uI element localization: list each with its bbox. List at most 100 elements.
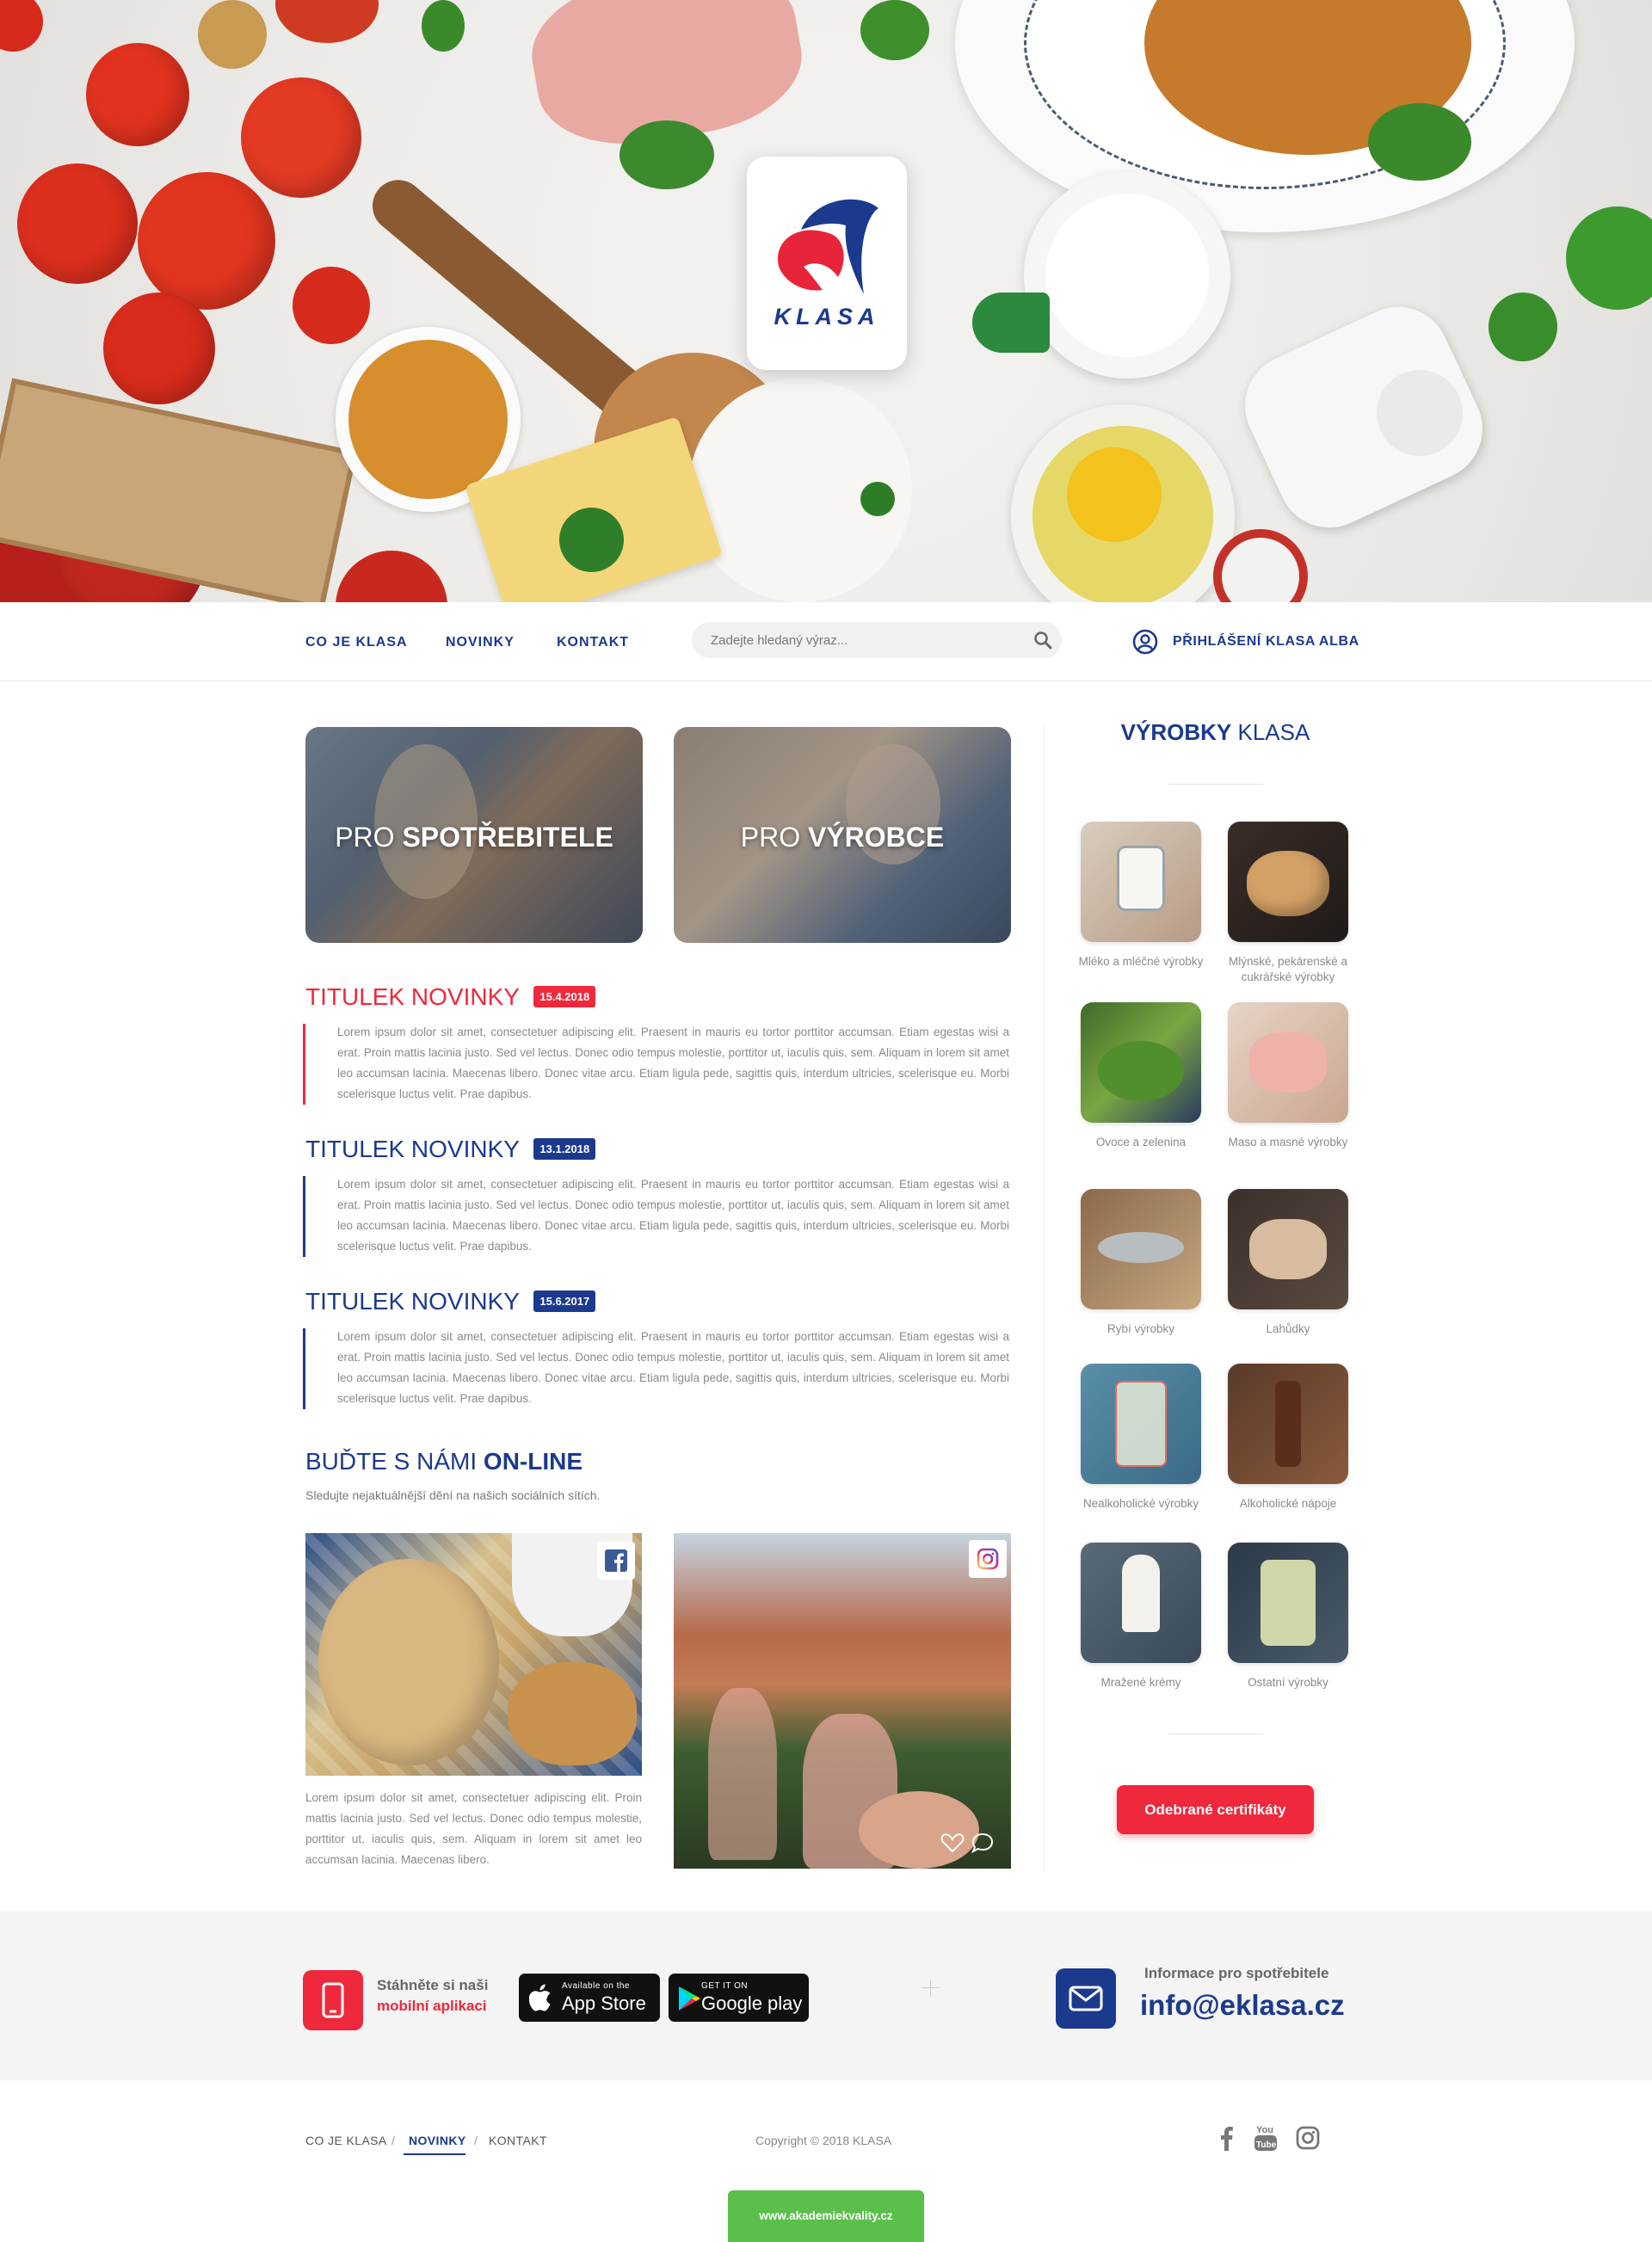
product-label: Alkoholické nápoje bbox=[1239, 1497, 1337, 1510]
search-input[interactable] bbox=[711, 622, 1020, 658]
footer-separator: / bbox=[474, 2134, 478, 2147]
ice-cream-icon bbox=[1081, 1543, 1201, 1663]
copyright: Copyright © 2018 KLASA bbox=[755, 2134, 892, 2147]
sidebar-title: VÝROBKY KLASA bbox=[1120, 719, 1310, 745]
nav-link-co-je-klasa[interactable]: CO JE KLASA bbox=[305, 635, 408, 650]
plus-divider-icon bbox=[922, 1987, 940, 1988]
svg-text:Tube: Tube bbox=[1256, 2140, 1277, 2150]
news-text: Lorem ipsum dolor sit amet, consectetuer… bbox=[337, 1330, 1009, 1405]
product-tile[interactable]: Rybí výrobky bbox=[1081, 1189, 1201, 1337]
meat-icon bbox=[1228, 1002, 1348, 1123]
product-tile[interactable]: Mlýnské, pekárenské a cukrářské výrobky bbox=[1228, 822, 1348, 985]
instagram-post-photo[interactable] bbox=[674, 1533, 1011, 1869]
nav-link-novinky[interactable]: NOVINKY bbox=[446, 635, 515, 650]
news-date-badge: 13.1.2018 bbox=[533, 1138, 596, 1160]
product-tile[interactable]: Alkoholické nápoje bbox=[1228, 1364, 1348, 1512]
apple-icon bbox=[529, 1984, 551, 2011]
jar-icon bbox=[1228, 1543, 1348, 1663]
product-label: Mražené krémy bbox=[1100, 1676, 1181, 1689]
milk-glass-icon bbox=[1081, 822, 1201, 942]
comment-icon[interactable] bbox=[971, 1832, 994, 1853]
contact-email-link[interactable]: info@eklasa.cz bbox=[1140, 1989, 1345, 2022]
app-download-band: Stáhněte si naši mobilní aplikaci Availa… bbox=[0, 1912, 1652, 2080]
youtube-icon[interactable]: You Tube bbox=[1253, 2123, 1279, 2153]
instagram-icon[interactable] bbox=[977, 1548, 999, 1570]
news-title[interactable]: TITULEK NOVINKY bbox=[305, 1288, 520, 1315]
google-play-big-text: Google play bbox=[701, 1993, 803, 2014]
product-tile[interactable]: Ovoce a zelenina bbox=[1081, 1002, 1201, 1150]
banner-consumers-label: PRO SPOTŘEBITELE bbox=[335, 822, 613, 853]
product-tile[interactable]: Ostatní výrobky bbox=[1228, 1543, 1348, 1691]
product-label: Maso a masné výrobky bbox=[1228, 1136, 1348, 1149]
news-date-badge: 15.4.2018 bbox=[533, 986, 596, 1007]
app-store-small-text: Available on the bbox=[562, 1981, 630, 1991]
login-link[interactable]: PŘIHLÁŠENÍ KLASA ALBA bbox=[1131, 628, 1359, 656]
nav-link-kontakt[interactable]: KONTAKT bbox=[557, 635, 629, 650]
product-tile[interactable]: Mražené krémy bbox=[1081, 1543, 1201, 1691]
google-play-small-text: GET IT ON bbox=[701, 1981, 749, 1991]
login-label: PŘIHLÁŠENÍ KLASA ALBA bbox=[1173, 634, 1359, 649]
google-play-icon bbox=[679, 1986, 700, 2011]
app-promo-line2: mobilní aplikaci bbox=[377, 1998, 487, 2014]
product-tile[interactable]: Nealkoholické výrobky bbox=[1081, 1364, 1201, 1512]
product-label: Mlýnské, pekárenské a cukrářské výrobky bbox=[1228, 955, 1348, 983]
facebook-post-photo[interactable] bbox=[305, 1533, 642, 1776]
banner-producers-label: PRO VÝROBCE bbox=[740, 822, 945, 853]
news-text: Lorem ipsum dolor sit amet, consectetuer… bbox=[337, 1178, 1009, 1253]
banner-producers[interactable]: PRO VÝROBCE bbox=[674, 727, 1011, 943]
product-label: Lahůdky bbox=[1266, 1322, 1310, 1335]
user-circle-icon bbox=[1132, 629, 1158, 655]
hero-image: KLASA bbox=[0, 0, 1652, 602]
envelope-icon bbox=[1056, 1968, 1116, 2029]
news-item: TITULEK NOVINKY 13.1.2018 bbox=[305, 1136, 596, 1163]
product-label: Rybí výrobky bbox=[1106, 1322, 1175, 1335]
news-title[interactable]: TITULEK NOVINKY bbox=[305, 983, 520, 1010]
facebook-icon[interactable] bbox=[1217, 2125, 1236, 2151]
bread-icon bbox=[1228, 822, 1348, 942]
news-item: TITULEK NOVINKY 15.4.2018 bbox=[305, 983, 596, 1011]
product-label: Mléko a mléčné výrobky bbox=[1078, 955, 1204, 968]
footer-link-novinky[interactable]: NOVINKY bbox=[409, 2134, 466, 2147]
klasa-logo-text: KLASA bbox=[774, 304, 880, 330]
product-tile[interactable]: Maso a masné výrobky bbox=[1228, 1002, 1348, 1150]
svg-text:You: You bbox=[1256, 2125, 1273, 2135]
heart-icon[interactable] bbox=[940, 1832, 965, 1853]
product-label: Ovoce a zelenina bbox=[1095, 1136, 1187, 1149]
footer-active-underline bbox=[404, 2153, 465, 2155]
sidebar-divider-top bbox=[1168, 784, 1263, 785]
app-store-big-text: App Store bbox=[562, 1993, 646, 2014]
product-tile[interactable]: Lahůdky bbox=[1228, 1189, 1348, 1337]
delicacies-icon bbox=[1228, 1189, 1348, 1309]
footer-link-kontakt[interactable]: KONTAKT bbox=[489, 2134, 547, 2147]
google-play-button[interactable]: GET IT ON Google play bbox=[669, 1974, 809, 2022]
banner-consumers[interactable]: PRO SPOTŘEBITELE bbox=[305, 727, 643, 943]
search-box bbox=[692, 622, 1062, 658]
news-title[interactable]: TITULEK NOVINKY bbox=[305, 1136, 520, 1162]
instagram-icon[interactable] bbox=[1296, 2126, 1320, 2150]
footer-separator: / bbox=[391, 2134, 396, 2147]
footer-link-co-je-klasa[interactable]: CO JE KLASA bbox=[305, 2134, 387, 2147]
vegetables-icon bbox=[1081, 1002, 1201, 1123]
news-date-badge: 15.6.2017 bbox=[533, 1290, 596, 1312]
fish-icon bbox=[1081, 1189, 1201, 1309]
klasa-logo-mark-icon bbox=[778, 199, 878, 294]
search-icon[interactable] bbox=[1032, 630, 1053, 650]
facebook-icon[interactable] bbox=[605, 1549, 627, 1572]
online-section-subtitle: Sledujte nejaktuálnější dění na našich s… bbox=[305, 1488, 601, 1502]
lemonade-icon bbox=[1081, 1364, 1201, 1484]
smartphone-icon bbox=[303, 1970, 363, 2030]
sidebar-divider bbox=[1044, 723, 1045, 1871]
page: { "hero": {"logo_text": "KLASA"}, "nav":… bbox=[0, 0, 1652, 2242]
beer-icon bbox=[1228, 1364, 1348, 1484]
certificates-button[interactable]: Odebrané certifikáty bbox=[1117, 1785, 1314, 1834]
klasa-logo[interactable]: KLASA bbox=[747, 157, 907, 370]
news-text: Lorem ipsum dolor sit amet, consectetuer… bbox=[337, 1026, 1009, 1100]
news-item: TITULEK NOVINKY 15.6.2017 bbox=[305, 1288, 596, 1315]
app-promo-line1: Stáhněte si naši bbox=[377, 1977, 489, 1993]
product-tile[interactable]: Mléko a mléčné výrobky bbox=[1079, 822, 1203, 970]
product-label: Ostatní výrobky bbox=[1248, 1676, 1328, 1689]
product-label: Nealkoholické výrobky bbox=[1082, 1497, 1199, 1510]
akademie-kvality-link[interactable]: www.akademiekvality.cz bbox=[728, 2190, 924, 2242]
app-store-button[interactable]: Available on the App Store bbox=[519, 1974, 660, 2022]
main-navigation: CO JE KLASA NOVINKY KONTAKT PŘIHLÁŠENÍ K… bbox=[0, 602, 1652, 681]
